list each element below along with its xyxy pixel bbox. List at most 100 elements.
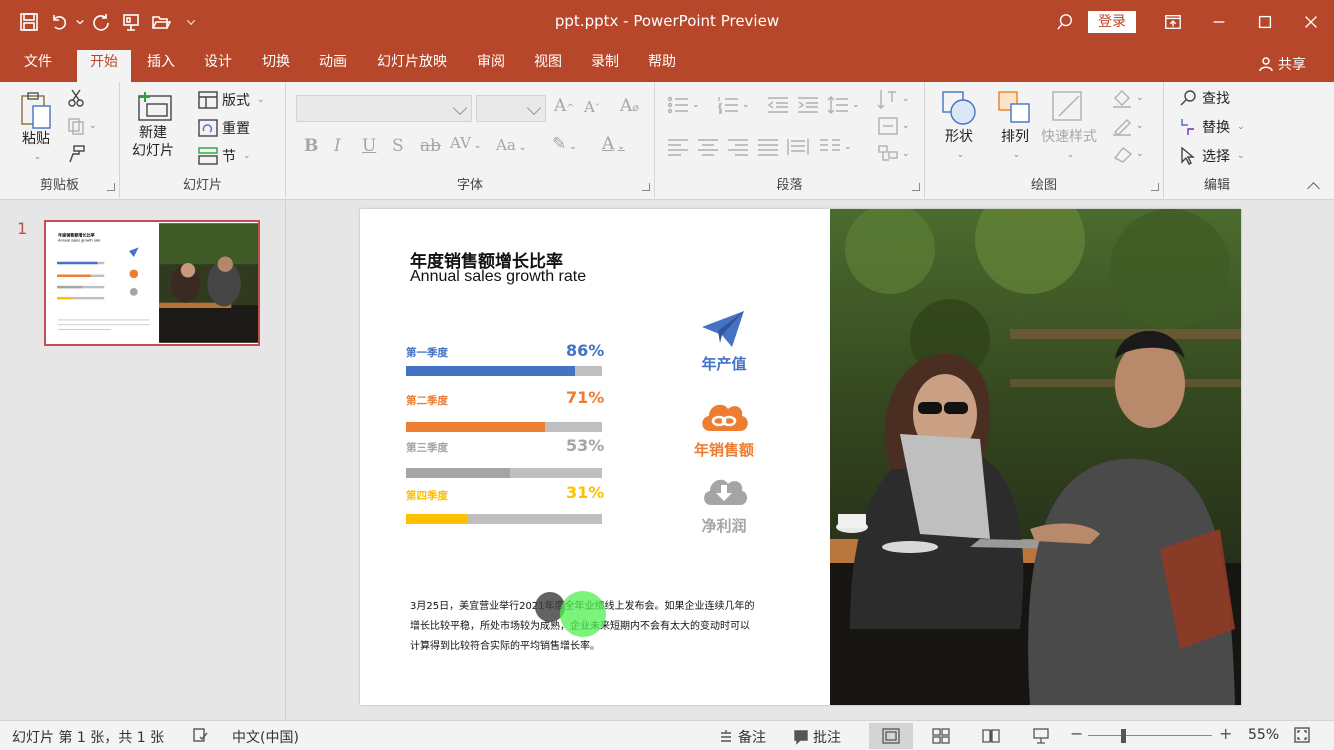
columns-button[interactable]: ⌄ <box>819 138 852 156</box>
tab-home[interactable]: 开始 <box>77 50 131 82</box>
fit-to-window-button[interactable] <box>1294 727 1310 743</box>
font-color-button[interactable]: A ⌄ <box>602 134 625 154</box>
align-text-button[interactable]: ⌄ <box>877 116 910 136</box>
shape-fill-button[interactable]: ⌄ <box>1111 88 1144 108</box>
line-spacing-button[interactable]: ⌄ <box>827 96 860 114</box>
zoom-slider[interactable] <box>1088 735 1212 736</box>
clipboard-dialog-launcher[interactable] <box>107 183 115 191</box>
normal-view-button[interactable] <box>869 723 913 749</box>
cloud-download-icon[interactable] <box>700 473 748 509</box>
layout-button[interactable]: 版式 ⌄ <box>198 90 265 110</box>
comments-button[interactable]: 批注 <box>793 727 841 747</box>
tab-record[interactable]: 录制 <box>580 50 630 82</box>
accessibility-check-button[interactable] <box>192 727 208 743</box>
increase-indent-button[interactable] <box>797 96 819 114</box>
tab-review[interactable]: 审阅 <box>466 50 516 82</box>
tab-file[interactable]: 文件 <box>12 50 64 82</box>
drawing-dialog-launcher[interactable] <box>1151 183 1159 191</box>
slide-title-en[interactable]: Annual sales growth rate <box>410 268 586 286</box>
decrease-font-size-button[interactable]: Aˇ <box>584 98 600 116</box>
increase-font-size-button[interactable]: A^ <box>554 96 575 116</box>
find-button[interactable]: 查找 <box>1178 88 1230 108</box>
paper-plane-icon[interactable] <box>700 309 746 349</box>
character-spacing-button[interactable]: AV ⌄ <box>450 134 481 152</box>
undo-dropdown[interactable] <box>74 7 86 37</box>
redo-button[interactable] <box>86 7 116 37</box>
tab-transitions[interactable]: 切换 <box>251 50 301 82</box>
tab-design[interactable]: 设计 <box>193 50 243 82</box>
copy-button[interactable]: ⌄ <box>66 116 97 136</box>
open-button[interactable] <box>146 7 176 37</box>
shapes-button[interactable]: 形状 ⌄ <box>939 88 979 164</box>
cloud-link-icon[interactable] <box>698 397 750 433</box>
close-button[interactable] <box>1288 0 1334 44</box>
bold-button[interactable]: B <box>304 136 318 156</box>
arrange-button[interactable]: 排列 ⌄ <box>995 88 1035 164</box>
tab-slideshow[interactable]: 幻灯片放映 <box>366 50 458 82</box>
format-painter-button[interactable] <box>66 144 86 164</box>
select-button[interactable]: 选择 ⌄ <box>1178 146 1245 166</box>
justify-button[interactable] <box>757 138 779 156</box>
slide-paragraph[interactable]: 3月25日，美宜营业举行2021年度全年业绩线上发布会。如果企业连续几年的 增长… <box>410 597 800 657</box>
reset-button[interactable]: 重置 <box>198 118 250 138</box>
search-button[interactable] <box>1042 0 1088 44</box>
underline-button[interactable]: U <box>362 136 376 156</box>
share-button[interactable]: 共享 <box>1258 54 1306 74</box>
align-right-button[interactable] <box>727 138 749 156</box>
slide-canvas[interactable]: 年度销售额增长比率 Annual sales growth rate 第一季度 … <box>360 209 1241 705</box>
align-left-button[interactable] <box>667 138 689 156</box>
maximize-button[interactable] <box>1242 0 1288 44</box>
present-from-start-button[interactable] <box>116 7 146 37</box>
slide-thumbnail[interactable]: 年度销售额增长比率 Annual sales growth rate <box>44 220 260 346</box>
customize-toolbar-button[interactable] <box>176 7 206 37</box>
thumb-photo <box>159 223 258 343</box>
zoom-slider-thumb[interactable] <box>1121 729 1126 743</box>
italic-button[interactable]: I <box>334 136 341 156</box>
shape-outline-button[interactable]: ⌄ <box>1111 116 1144 136</box>
decrease-indent-button[interactable] <box>767 96 789 114</box>
reading-view-button[interactable] <box>969 723 1013 749</box>
distributed-button[interactable] <box>787 138 809 156</box>
cut-button[interactable] <box>66 88 86 108</box>
clear-formatting-button[interactable]: A⌀ <box>620 96 639 116</box>
convert-to-smartart-button[interactable]: ⌄ <box>877 144 910 164</box>
zoom-in-button[interactable]: + <box>1219 724 1232 743</box>
shape-effects-button[interactable]: ⌄ <box>1111 144 1144 164</box>
font-dialog-launcher[interactable] <box>642 183 650 191</box>
paste-button[interactable]: 粘贴 ⌄ <box>18 90 54 166</box>
notes-button[interactable]: 备注 <box>718 727 766 747</box>
collapse-ribbon-button[interactable] <box>1307 182 1320 195</box>
tab-help[interactable]: 帮助 <box>637 50 687 82</box>
zoom-out-button[interactable]: − <box>1070 724 1083 743</box>
change-case-button[interactable]: Aa ⌄ <box>496 136 526 154</box>
paragraph-dialog-launcher[interactable] <box>912 183 920 191</box>
replace-button[interactable]: 替换 ⌄ <box>1178 117 1245 137</box>
quick-styles-button[interactable]: 快速样式 ⌄ <box>1041 88 1097 164</box>
language-indicator[interactable]: 中文(中国) <box>232 727 299 747</box>
new-slide-button[interactable]: 新建 幻灯片 <box>132 90 174 160</box>
undo-button[interactable] <box>44 7 74 37</box>
align-center-button[interactable] <box>697 138 719 156</box>
minimize-button[interactable] <box>1196 0 1242 44</box>
text-direction-button[interactable]: ⌄ <box>877 88 910 110</box>
tab-view[interactable]: 视图 <box>523 50 573 82</box>
tab-animations[interactable]: 动画 <box>308 50 358 82</box>
bullets-button[interactable]: ⌄ <box>667 96 700 114</box>
font-size-combobox[interactable] <box>476 95 546 122</box>
slide-sorter-view-button[interactable] <box>919 723 963 749</box>
section-button[interactable]: 节 ⌄ <box>198 146 251 166</box>
font-name-combobox[interactable] <box>296 95 472 122</box>
align-left-icon <box>668 139 688 156</box>
numbering-button[interactable]: ⌄ <box>717 96 750 114</box>
login-button[interactable]: 登录 <box>1088 11 1136 33</box>
slide-photo[interactable] <box>830 209 1241 705</box>
strikethrough-button[interactable]: ab <box>420 136 441 156</box>
notes-label: 备注 <box>738 730 766 746</box>
text-shadow-button[interactable]: S <box>392 136 404 156</box>
tab-insert[interactable]: 插入 <box>136 50 186 82</box>
zoom-level[interactable]: 55% <box>1248 727 1279 743</box>
highlight-color-button[interactable]: ✎ ⌄ <box>552 134 577 154</box>
ribbon-display-options-button[interactable] <box>1150 0 1196 44</box>
slideshow-view-button[interactable] <box>1019 723 1063 749</box>
save-button[interactable] <box>14 7 44 37</box>
